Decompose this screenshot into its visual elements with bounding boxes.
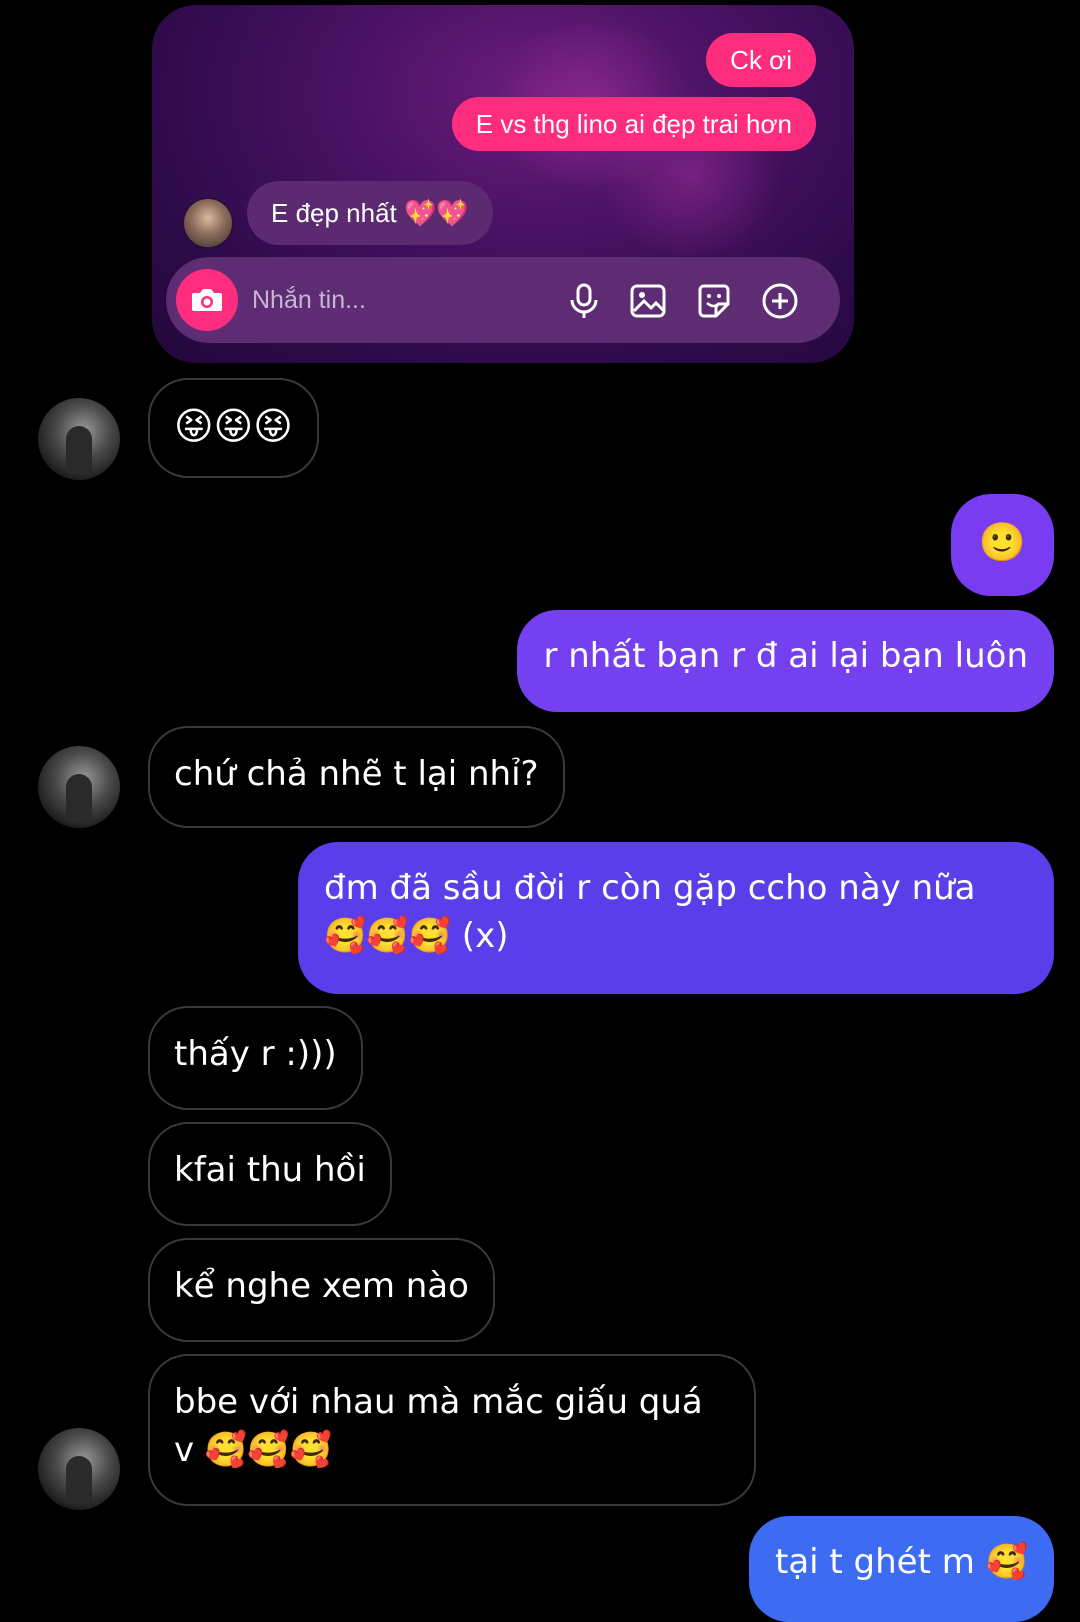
plus-circle-icon[interactable] [760,281,800,321]
outgoing-message[interactable]: tại t ghét m 🥰 [748,1516,1054,1622]
sticker-icon[interactable] [694,281,734,321]
message-text: thấy r :))) [174,1034,337,1074]
message-text: kể nghe xem nào [174,1266,469,1306]
avatar[interactable] [38,398,120,480]
microphone-icon[interactable] [564,281,604,321]
avatar[interactable] [38,746,120,828]
card-outgoing-message: E vs thg lino ai đẹp trai hơn [451,97,816,151]
message-text: 😝😝😝 [174,404,293,448]
message-text: 🥰🥰🥰 (x) [324,916,509,956]
incoming-message[interactable]: thấy r :))) [148,1006,363,1110]
incoming-message[interactable]: chứ chả nhẽ t lại nhỉ? [148,726,565,828]
incoming-message[interactable]: kể nghe xem nào [148,1238,495,1342]
shared-screenshot-card: Ck ơi E vs thg lino ai đẹp trai hơn E đẹ… [152,5,854,363]
camera-button[interactable] [176,269,238,331]
incoming-message[interactable]: kfai thu hồi [148,1122,392,1226]
message-text: tại t ghét m 🥰 [774,1542,1028,1582]
message-text: v 🥰🥰🥰 [174,1430,332,1470]
incoming-message[interactable]: 😝😝😝 [148,378,319,478]
message-input[interactable]: Nhắn tin... [252,257,366,343]
outgoing-message[interactable]: 🙂 [950,494,1054,596]
outgoing-message[interactable]: r nhất bạn r đ ai lại bạn luôn [517,610,1054,712]
card-incoming-message: E đẹp nhất 💖💖 [247,181,493,245]
message-text: bbe với nhau mà mắc giấu quá [174,1382,703,1422]
outgoing-message[interactable]: đm đã sầu đời r còn gặp ccho này nữa 🥰🥰🥰… [298,842,1054,994]
message-text: đm đã sầu đời r còn gặp ccho này nữa [324,868,976,908]
incoming-message[interactable]: bbe với nhau mà mắc giấu quá v 🥰🥰🥰 [148,1354,756,1506]
message-text: 🙂 [978,520,1026,564]
avatar [182,197,234,249]
message-text: chứ chả nhẽ t lại nhỉ? [174,754,539,794]
card-outgoing-message: Ck ơi [706,33,816,87]
message-text: r nhất bạn r đ ai lại bạn luôn [543,636,1028,676]
camera-icon [192,289,222,311]
message-composer: Nhắn tin... [166,257,840,343]
image-icon[interactable] [628,281,668,321]
message-text: kfai thu hồi [174,1150,366,1190]
avatar[interactable] [38,1428,120,1510]
